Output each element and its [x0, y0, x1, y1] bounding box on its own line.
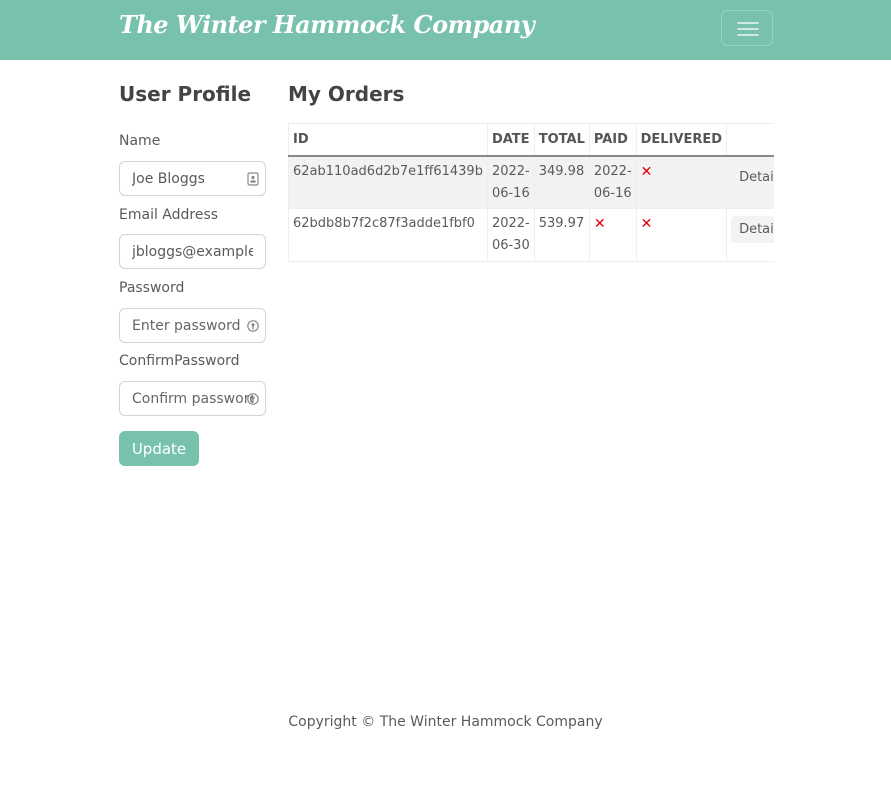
table-header-row: ID DATE TOTAL PAID DELIVERED: [288, 123, 774, 157]
password-label: Password: [119, 280, 185, 296]
order-actions-cell: Details: [726, 208, 774, 262]
details-button[interactable]: Details: [731, 163, 774, 191]
profile-title: User Profile: [119, 82, 252, 106]
order-paid-part: 06-16: [593, 185, 632, 201]
column-header-id: ID: [288, 123, 488, 157]
column-header-delivered: DELIVERED: [635, 123, 728, 157]
order-actions-cell: Details: [726, 155, 774, 209]
column-header-total: TOTAL: [533, 123, 590, 157]
order-paid-cell: 2022- 06-16: [588, 155, 637, 209]
details-button[interactable]: Details: [731, 216, 774, 243]
update-button[interactable]: Update: [119, 431, 199, 466]
contact-card-icon[interactable]: [247, 172, 259, 186]
confirm-password-field[interactable]: [120, 382, 265, 415]
orders-table: ID DATE TOTAL PAID DELIVERED 62ab110ad6d…: [288, 123, 774, 262]
confirm-password-field-wrapper: [119, 381, 266, 416]
order-total-cell: 349.98: [533, 155, 590, 209]
navbar: The Winter Hammock Company: [0, 0, 891, 60]
password-field-wrapper: [119, 308, 266, 343]
order-date-part: 06-30: [491, 238, 530, 253]
brand-link[interactable]: The Winter Hammock Company: [119, 10, 535, 39]
name-field-wrapper: [119, 161, 266, 196]
password-field[interactable]: [120, 309, 265, 342]
cross-icon: ✕: [640, 216, 653, 232]
cross-icon: ✕: [640, 163, 653, 180]
password-manager-icon[interactable]: [247, 392, 259, 406]
order-date-part: 06-16: [491, 185, 530, 201]
order-date-cell: 2022- 06-16: [486, 155, 535, 209]
column-header-actions: [726, 123, 774, 157]
orders-title: My Orders: [288, 82, 405, 106]
footer-copyright: Copyright © The Winter Hammock Company: [288, 714, 603, 730]
name-label: Name: [119, 133, 161, 149]
order-date-cell: 2022- 06-30: [486, 208, 535, 262]
order-delivered-cell: ✕: [635, 155, 728, 209]
order-paid-part: 2022-: [593, 163, 632, 179]
password-manager-icon[interactable]: [247, 319, 259, 333]
email-label: Email Address: [119, 207, 219, 223]
email-field-wrapper: [119, 234, 266, 269]
column-header-date: DATE: [486, 123, 535, 157]
name-field[interactable]: [120, 162, 265, 195]
menu-toggle-button[interactable]: [721, 10, 773, 46]
confirm-password-label: ConfirmPassword: [119, 353, 240, 369]
order-delivered-cell: ✕: [635, 208, 728, 262]
cross-icon: ✕: [593, 216, 606, 232]
order-date-part: 2022-: [491, 216, 530, 231]
orders-table-wrapper[interactable]: ID DATE TOTAL PAID DELIVERED 62ab110ad6d…: [288, 123, 774, 263]
table-row: 62ab110ad6d2b7e1ff61439b 2022- 06-16 349.…: [288, 155, 774, 209]
order-paid-cell: ✕: [588, 208, 637, 262]
order-id-cell: 62bdb8b7f2c87f3adde1fbf0: [288, 208, 488, 262]
table-row: 62bdb8b7f2c87f3adde1fbf0 2022- 06-30 539.…: [288, 208, 774, 262]
order-total-cell: 539.97: [533, 208, 590, 262]
order-id-cell: 62ab110ad6d2b7e1ff61439b: [288, 155, 488, 209]
column-header-paid: PAID: [588, 123, 637, 157]
order-date-part: 2022-: [491, 163, 530, 179]
email-field[interactable]: [120, 235, 265, 268]
